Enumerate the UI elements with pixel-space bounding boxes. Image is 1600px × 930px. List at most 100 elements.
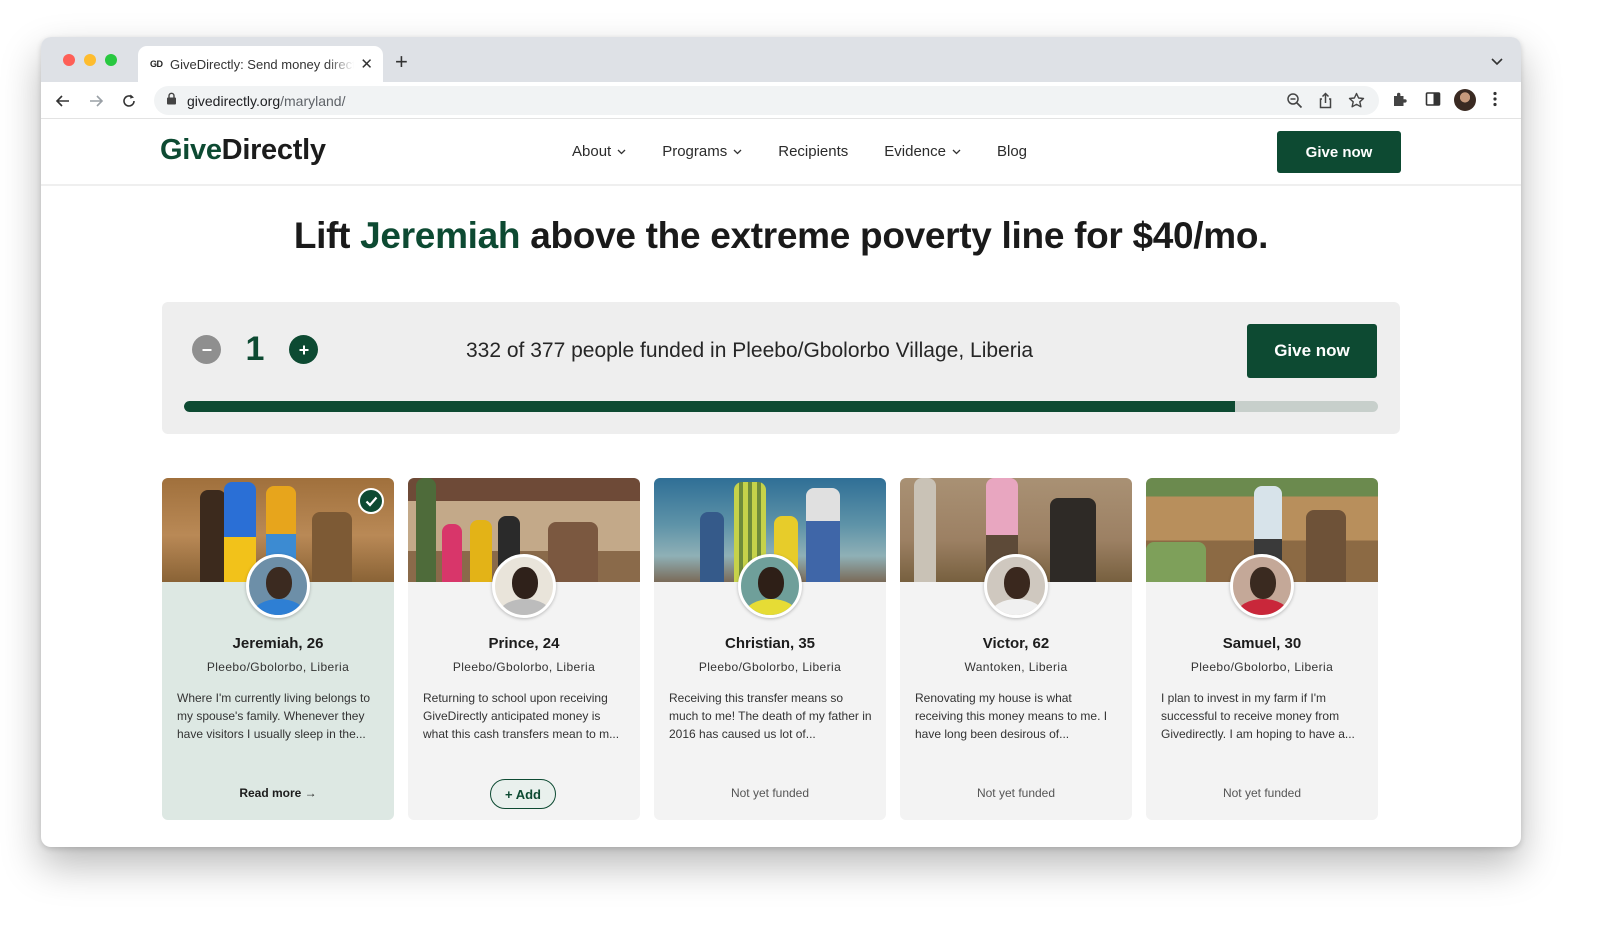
site-favicon: GD [150, 59, 163, 69]
tab-strip: GD GiveDirectly: Send money directly to … [41, 37, 1521, 82]
tab-title: GiveDirectly: Send money directly to the… [170, 56, 355, 72]
avatar-face [1250, 567, 1276, 599]
headline-suffix: above the extreme poverty line for $40/m… [520, 215, 1269, 256]
recipient-location: Wantoken, Liberia [964, 660, 1068, 674]
nav-evidence[interactable]: Evidence [884, 143, 961, 160]
increase-quantity-button[interactable] [289, 335, 318, 364]
recipient-name: Prince, 24 [488, 635, 560, 652]
recipient-location: Pleebo/Gbolorbo, Liberia [1190, 660, 1334, 674]
nav-blog[interactable]: Blog [997, 143, 1027, 160]
recipient-name: Victor, 62 [982, 635, 1050, 652]
nav-blog-label: Blog [997, 143, 1028, 160]
quantity-value: 1 [245, 330, 265, 368]
url-domain: givedirectly.org [187, 92, 281, 109]
side-panel-icon[interactable] [1425, 91, 1441, 107]
recipient-name: Jeremiah, 26 [232, 635, 324, 652]
header-give-now-button[interactable]: Give now [1277, 131, 1401, 173]
nav-about-label: About [572, 143, 612, 160]
profile-picture [1454, 89, 1476, 111]
extensions-icon[interactable] [1391, 91, 1408, 108]
recipient-story: I plan to invest in my farm if I'm succe… [1161, 691, 1355, 741]
recipient-location: Pleebo/Gbolorbo, Liberia [452, 660, 596, 674]
not-yet-funded-status: Not yet funded [976, 786, 1056, 800]
maximize-window-button[interactable] [105, 54, 117, 66]
omnibox-actions [1286, 92, 1365, 114]
nav-programs-label: Programs [662, 143, 728, 160]
recipient-story: Renovating my house is what receiving th… [915, 691, 1108, 741]
reload-icon[interactable] [119, 91, 139, 111]
avatar-shirt [745, 599, 797, 615]
close-tab-icon[interactable]: ✕ [360, 55, 373, 73]
logo-directly-text: Directly [221, 134, 326, 166]
read-more-link[interactable]: Read more → [162, 786, 394, 800]
recipient-location: Pleebo/Gbolorbo, Liberia [698, 660, 842, 674]
photo-figure [200, 490, 226, 582]
forward-arrow-icon[interactable] [86, 91, 106, 111]
recipient-card-victor[interactable]: Victor, 62 Wantoken, Liberia Renovating … [900, 478, 1132, 820]
funding-progress-bar [184, 401, 1378, 412]
avatar-face [758, 567, 784, 599]
photo-figure [442, 524, 462, 582]
browser-window: GD GiveDirectly: Send money directly to … [41, 37, 1521, 847]
avatar-shirt [991, 599, 1043, 615]
give-now-button[interactable]: Give now [1247, 324, 1377, 378]
photo-tree [416, 478, 436, 582]
photo-figure [700, 512, 724, 582]
recipient-card-jeremiah[interactable]: Jeremiah, 26 Pleebo/Gbolorbo, Liberia Wh… [162, 478, 394, 820]
avatar-shirt [499, 599, 551, 615]
givedirectly-logo[interactable]: GiveDirectly [160, 134, 326, 167]
address-bar[interactable]: givedirectly.org/maryland/ [154, 86, 1379, 115]
browser-tab[interactable]: GD GiveDirectly: Send money directly to … [138, 46, 383, 82]
nav-recipients[interactable]: Recipients [778, 143, 848, 160]
browser-toolbar: givedirectly.org/maryland/ [41, 82, 1521, 119]
nav-about[interactable]: About [572, 143, 626, 160]
back-arrow-icon[interactable] [53, 91, 73, 111]
recipient-card-prince[interactable]: Prince, 24 Pleebo/Gbolorbo, Liberia Retu… [408, 478, 640, 820]
recipient-name: Christian, 35 [724, 635, 816, 652]
photo-figure [470, 520, 492, 582]
minimize-window-button[interactable] [84, 54, 96, 66]
recipient-location: Pleebo/Gbolorbo, Liberia [206, 660, 350, 674]
lock-icon[interactable] [166, 92, 177, 110]
photo-door [548, 522, 598, 582]
more-menu-icon[interactable] [1493, 91, 1497, 107]
zoom-icon[interactable] [1286, 92, 1303, 114]
recipient-card-christian[interactable]: Christian, 35 Pleebo/Gbolorbo, Liberia R… [654, 478, 886, 820]
chevron-down-icon [733, 149, 742, 154]
window-controls [63, 54, 117, 66]
not-yet-funded-status: Not yet funded [730, 786, 810, 800]
nav-recipients-label: Recipients [778, 143, 849, 160]
close-window-button[interactable] [63, 54, 75, 66]
recipient-avatar [738, 554, 802, 618]
recipient-card-samuel[interactable]: Samuel, 30 Pleebo/Gbolorbo, Liberia I pl… [1146, 478, 1378, 820]
add-recipient-button[interactable]: + Add [490, 779, 556, 809]
photo-figure [806, 488, 840, 582]
not-yet-funded-status: Not yet funded [1222, 786, 1302, 800]
plus-icon [299, 345, 308, 354]
tab-search-chevron-icon[interactable] [1491, 53, 1503, 71]
recipient-avatar [984, 554, 1048, 618]
profile-avatar[interactable] [1454, 89, 1476, 111]
recipient-story: Receiving this transfer means so much to… [669, 691, 872, 741]
decrease-quantity-button[interactable] [192, 335, 221, 364]
chevron-down-icon [952, 149, 961, 154]
nav-programs[interactable]: Programs [662, 143, 742, 160]
recipient-avatar [246, 554, 310, 618]
share-icon[interactable] [1317, 92, 1334, 114]
page-headline: Lift Jeremiah above the extreme poverty … [41, 215, 1521, 257]
nav-evidence-label: Evidence [884, 143, 946, 160]
recipient-story: Where I'm currently living belongs to my… [177, 691, 371, 741]
avatar-shirt [253, 599, 305, 615]
recipient-avatar [1230, 554, 1294, 618]
chevron-down-icon [617, 149, 626, 154]
url-text: givedirectly.org/maryland/ [187, 93, 345, 109]
photo-wall [1306, 510, 1346, 582]
funding-progress-fill [184, 401, 1236, 412]
bookmark-star-icon[interactable] [1348, 92, 1365, 114]
minus-icon [202, 348, 211, 351]
headline-prefix: Lift [293, 215, 361, 256]
new-tab-icon[interactable]: + [395, 49, 408, 75]
url-path: /maryland/ [280, 92, 346, 109]
photo-grass [1146, 542, 1206, 582]
main-nav: About Programs Recipients Evidence Blog [572, 143, 1063, 160]
